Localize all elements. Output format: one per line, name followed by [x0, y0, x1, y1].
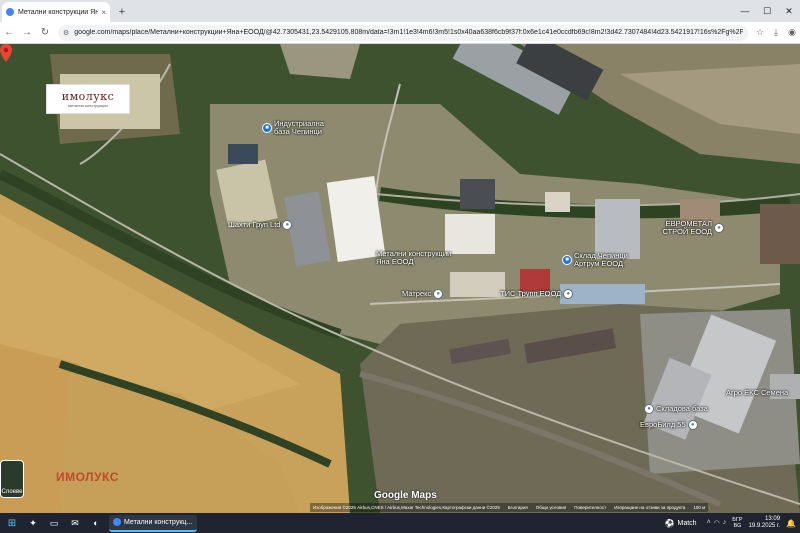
chrome-icon: [113, 518, 121, 526]
browser-toolbar: ← → ↻ ⚙ google.com/maps/place/Метални+ко…: [0, 22, 800, 44]
place-label: ЕВРОМЕТАЛ СТРОЙ ЕООД: [662, 219, 712, 236]
imoluks-logo: имолукс метални конструкции: [46, 84, 130, 114]
file-explorer-icon[interactable]: ▭: [45, 514, 63, 532]
place-pin-icon: ●: [433, 289, 444, 299]
scale-label[interactable]: 100 м: [693, 505, 705, 510]
place-label: Агро ЕКС Семена: [726, 388, 789, 397]
sports-icon: ⚽: [664, 518, 675, 528]
close-window-button[interactable]: ✕: [778, 0, 800, 22]
language-line2: BG: [733, 523, 742, 529]
industrial-pin-icon: ■: [262, 123, 272, 133]
new-tab-button[interactable]: +: [114, 2, 130, 22]
language-indicator[interactable]: БГР BG: [732, 517, 742, 529]
layers-button[interactable]: Слоеве: [0, 460, 24, 498]
place-label: Складова база: [656, 404, 708, 413]
download-icon[interactable]: ⤓: [768, 24, 784, 42]
google-maps-logo: Google Maps: [374, 490, 437, 501]
outlook-icon[interactable]: ✉: [66, 514, 84, 532]
terms-link[interactable]: Общи условия: [536, 505, 567, 510]
place-agro-eks[interactable]: Агро ЕКС Семена: [724, 389, 796, 397]
satellite-map[interactable]: имолукс метални конструкции ■ Индустриал…: [0, 44, 800, 513]
show-hidden-icon[interactable]: ˄: [707, 519, 711, 527]
place-label: Шахти Груп Ltd: [228, 220, 281, 229]
imagery-credit: Изображения ©2025 Airbus,CNES / Airbus,M…: [313, 505, 500, 510]
widgets-button[interactable]: ⚽ Match: [665, 519, 697, 528]
satellite-imagery: [0, 44, 800, 513]
browser-tab[interactable]: Метални конструкции Яна ЕО ×: [2, 2, 110, 22]
selected-place-label: Метални конструкции Яна ЕООД: [376, 249, 452, 266]
tray-icons: ˄ ◠ ♪: [707, 519, 727, 527]
tab-close-icon[interactable]: ×: [101, 8, 106, 17]
reload-button[interactable]: ↻: [36, 24, 54, 42]
window-controls: — ☐ ✕: [734, 0, 800, 22]
edge-icon[interactable]: ◐: [87, 514, 105, 532]
place-sklad-artrum[interactable]: ■ Склад Чепинци Артрум ЕООД: [562, 252, 644, 268]
place-label: ЕвроБилд 55: [640, 420, 686, 429]
place-label: Склад Чепинци Артрум ЕООД: [574, 251, 628, 268]
map-attribution-bar: Изображения ©2025 Airbus,CNES / Airbus,M…: [310, 503, 709, 512]
maps-favicon-icon: [6, 8, 14, 16]
layers-label: Слоеве: [1, 489, 23, 495]
place-matrex[interactable]: ● Матрекс: [402, 289, 444, 299]
volume-icon[interactable]: ♪: [723, 519, 727, 527]
start-button[interactable]: ⊞: [3, 514, 21, 532]
logo-name: имолукс: [61, 90, 115, 103]
forward-button[interactable]: →: [18, 24, 36, 42]
profile-icon[interactable]: ◉: [784, 24, 800, 42]
notification-bell-icon[interactable]: 🔔: [786, 519, 796, 528]
imoluks-watermark: ИМОЛУКС: [56, 470, 119, 484]
place-skladova-baza[interactable]: ● Складова база: [644, 404, 708, 414]
warehouse-pin-icon: ■: [562, 255, 572, 265]
place-shahti-grup[interactable]: ● Шахти Груп Ltd: [228, 220, 293, 230]
taskbar-window-title: Метални конструкц...: [124, 518, 193, 526]
site-info-icon[interactable]: ⚙: [63, 29, 69, 37]
url-text: google.com/maps/place/Метални+конструкци…: [74, 29, 743, 36]
place-label: Индустриална база Чепинци: [274, 119, 324, 136]
place-pin-icon: ●: [563, 289, 574, 299]
system-tray: ⚽ Match ˄ ◠ ♪ БГР BG 13:09 19.9.2025 г. …: [665, 513, 800, 533]
tab-title: Метални конструкции Яна ЕО: [18, 8, 99, 16]
place-pin-icon: ●: [282, 220, 293, 230]
feedback-link[interactable]: Изпращане на отзиви за продукта: [614, 505, 685, 510]
logo-subtitle: метални конструкции: [68, 103, 108, 108]
region-link[interactable]: България: [508, 505, 528, 510]
selected-location-pin-icon[interactable]: [0, 44, 12, 62]
place-eurobild[interactable]: ● ЕвроБилд 55: [640, 420, 698, 430]
place-metalni-konstrukcii-yana[interactable]: Метални конструкции Яна ЕООД: [374, 250, 466, 266]
maximize-button[interactable]: ☐: [756, 0, 778, 22]
bookmark-star-icon[interactable]: ☆: [752, 24, 768, 42]
place-label: ТИС Трупп ЕООД: [500, 289, 562, 298]
clock-date: 19.9.2025 г.: [748, 523, 781, 529]
place-pin-icon: ●: [644, 404, 654, 414]
clock[interactable]: 13:09 19.9.2025 г.: [749, 516, 780, 530]
privacy-link[interactable]: Поверителност: [574, 505, 606, 510]
place-pin-icon: ●: [714, 223, 724, 233]
network-icon[interactable]: ◠: [714, 519, 720, 527]
place-tis-trupp[interactable]: ● ТИС Трупп ЕООД: [500, 289, 574, 299]
place-pin-icon: ●: [687, 420, 698, 430]
place-industrial-base[interactable]: ■ Индустриална база Чепинци: [262, 120, 340, 136]
copilot-icon[interactable]: ✦: [24, 514, 42, 532]
back-button[interactable]: ←: [0, 24, 18, 42]
place-label: Матрекс: [402, 289, 432, 298]
tab-strip: Метални конструкции Яна ЕО × + — ☐ ✕: [0, 0, 800, 22]
address-bar[interactable]: ⚙ google.com/maps/place/Метални+конструк…: [58, 24, 748, 41]
widgets-label: Match: [677, 519, 697, 527]
place-eurometal-stroy[interactable]: ● ЕВРОМЕТАЛ СТРОЙ ЕООД: [660, 220, 724, 236]
taskbar-chrome-window[interactable]: Метални конструкц...: [109, 514, 197, 532]
windows-taskbar: ⊞ ✦ ▭ ✉ ◐ Метални конструкц... ⚽ Match ˄…: [0, 513, 800, 533]
minimize-button[interactable]: —: [734, 0, 756, 22]
clock-time: 13:09: [765, 516, 781, 522]
screen: Метални конструкции Яна ЕО × + — ☐ ✕ ← →…: [0, 0, 800, 533]
